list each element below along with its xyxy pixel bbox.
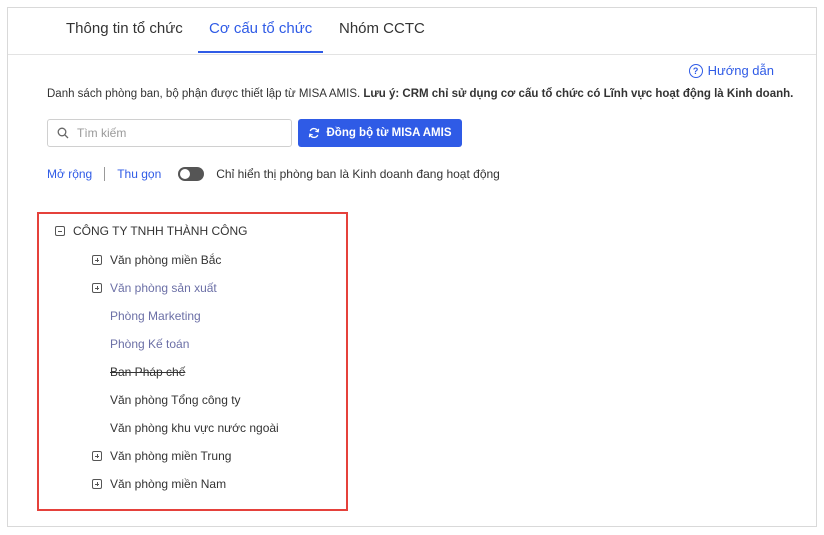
tab-org-groups[interactable]: Nhóm CCTC	[339, 8, 425, 54]
tree-node[interactable]: Văn phòng khu vực nước ngoài	[110, 421, 279, 435]
tree-node-label: Văn phòng Tổng công ty	[110, 393, 241, 407]
tree-node[interactable]: Văn phòng miền Trung	[92, 449, 231, 463]
active-sales-only-toggle[interactable]	[178, 167, 205, 181]
tree-node[interactable]: Ban Pháp chế	[110, 365, 185, 379]
tree-node-label: Phòng Marketing	[110, 309, 201, 323]
tree-node-label: Văn phòng miền Trung	[110, 449, 232, 463]
guide-label: Hướng dẫn	[707, 63, 774, 78]
tree-node[interactable]: Phòng Kế toán	[110, 337, 189, 351]
active-tab-indicator	[198, 51, 323, 53]
tree-root-label: CÔNG TY TNHH THÀNH CÔNG	[73, 224, 248, 238]
tree-node[interactable]: Văn phòng Tổng công ty	[110, 393, 241, 407]
tree-node-label: Văn phòng miền Nam	[110, 477, 227, 491]
tree-node-label: Văn phòng sản xuất	[110, 281, 217, 295]
collapse-all-link[interactable]: Thu gọn	[117, 167, 161, 181]
collapse-node-icon[interactable]	[55, 226, 65, 236]
description-note: Lưu ý: CRM chỉ sử dụng cơ cấu tổ chức có…	[363, 88, 794, 100]
guide-link[interactable]: ? Hướng dẫn	[688, 63, 774, 78]
tree-controls: Mở rộng Thu gọn Chỉ hiển thị phòng ban l…	[47, 167, 500, 181]
tree-node-label: Văn phòng khu vực nước ngoài	[110, 421, 279, 435]
tree-node-label: Văn phòng miền Bắc	[110, 253, 222, 267]
search-input[interactable]	[75, 125, 279, 141]
tab-org-structure[interactable]: Cơ cấu tổ chức	[209, 8, 312, 54]
tree-node-label: Ban Pháp chế	[110, 365, 186, 379]
expand-node-icon[interactable]	[92, 283, 102, 293]
tree-root-node[interactable]: CÔNG TY TNHH THÀNH CÔNG	[55, 224, 247, 238]
expand-node-icon[interactable]	[92, 479, 102, 489]
toggle-label: Chỉ hiển thị phòng ban là Kinh doanh đan…	[216, 167, 500, 181]
description-text: Danh sách phòng ban, bộ phận được thiết …	[47, 88, 793, 100]
sync-from-misa-amis-button[interactable]: Đồng bộ từ MISA AMIS	[298, 119, 462, 147]
sync-button-label: Đồng bộ từ MISA AMIS	[326, 127, 452, 139]
expand-node-icon[interactable]	[92, 255, 102, 265]
expand-all-link[interactable]: Mở rộng	[47, 167, 92, 181]
toggle-knob	[180, 169, 191, 179]
divider	[104, 167, 106, 181]
tree-node[interactable]: Văn phòng sản xuất	[92, 281, 217, 295]
description-main: Danh sách phòng ban, bộ phận được thiết …	[47, 88, 364, 100]
tab-bar: Thông tin tổ chức Cơ cấu tổ chức Nhóm CC…	[8, 8, 816, 55]
question-circle-icon: ?	[688, 63, 703, 78]
search-box[interactable]	[47, 119, 292, 147]
search-icon	[57, 127, 69, 139]
tab-org-info[interactable]: Thông tin tổ chức	[66, 8, 183, 54]
tree-node[interactable]: Văn phòng miền Nam	[92, 477, 226, 491]
tree-node[interactable]: Văn phòng miền Bắc	[92, 253, 221, 267]
tree-node-label: Phòng Kế toán	[110, 337, 190, 351]
refresh-icon	[309, 127, 320, 139]
org-structure-panel: Thông tin tổ chức Cơ cấu tổ chức Nhóm CC…	[7, 7, 817, 527]
expand-node-icon[interactable]	[92, 451, 102, 461]
tree-node[interactable]: Phòng Marketing	[110, 309, 201, 323]
